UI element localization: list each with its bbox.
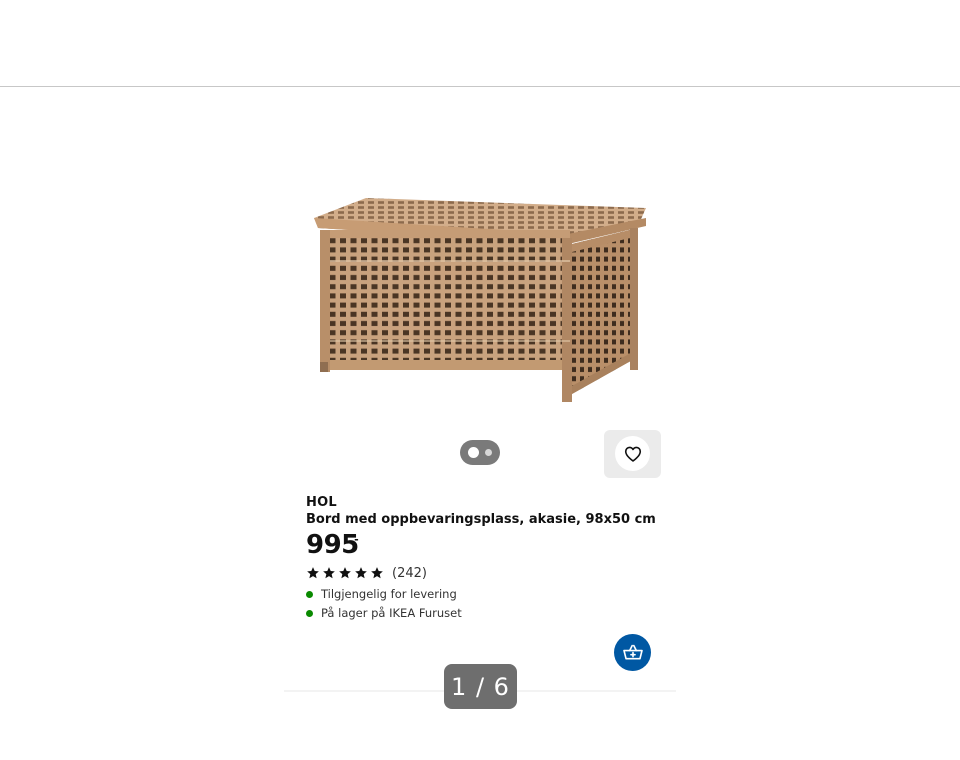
star-icon xyxy=(307,567,319,579)
media-dot-active xyxy=(468,447,479,458)
product-name[interactable]: HOL xyxy=(306,495,337,510)
price-suffix: ,- xyxy=(350,533,359,546)
star-icon xyxy=(323,567,335,579)
favorite-button[interactable] xyxy=(615,436,650,471)
status-dot xyxy=(306,609,313,617)
media-dot xyxy=(485,449,492,456)
media-toggle[interactable] xyxy=(460,440,500,465)
add-to-cart-button[interactable] xyxy=(614,634,651,671)
star-icon xyxy=(355,567,367,579)
product-description[interactable]: Bord med oppbevaringsplass, akasie, 98x5… xyxy=(306,512,656,527)
availability-delivery: Tilgjengelig for levering xyxy=(306,587,457,601)
rating-stars xyxy=(306,566,384,580)
product-rating[interactable]: (242) xyxy=(306,565,427,581)
heart-icon xyxy=(624,446,641,462)
page-indicator: 1 / 6 xyxy=(444,664,517,709)
availability-store: På lager på IKEA Furuset xyxy=(306,606,462,620)
review-count: (242) xyxy=(392,565,427,581)
star-icon xyxy=(371,567,383,579)
cart-add-icon xyxy=(622,644,643,660)
product-image[interactable] xyxy=(306,190,654,410)
favorite-container xyxy=(604,430,661,478)
top-bar xyxy=(0,0,960,87)
availability-delivery-text: Tilgjengelig for levering xyxy=(321,587,457,601)
status-dot xyxy=(306,590,313,598)
availability-store-text: På lager på IKEA Furuset xyxy=(321,606,462,620)
star-icon xyxy=(339,567,351,579)
